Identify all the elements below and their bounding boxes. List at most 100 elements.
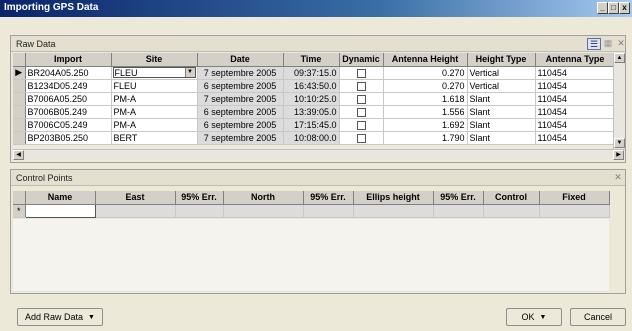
title-bar[interactable]: Importing GPS Data _ □ x	[0, 0, 632, 17]
add-raw-data-button[interactable]: Add Raw Data ▼	[17, 308, 103, 326]
control-points-panel: Control Points ✕ Name East 95% Err. Nort…	[10, 169, 626, 294]
cell-dynamic[interactable]	[339, 131, 384, 145]
cell-antenna-height[interactable]: 1.692	[383, 118, 468, 132]
table-row[interactable]: ▶ BR204A05.250 FLEU ▼ 7 septembre 2005 09…	[13, 66, 616, 80]
col-name[interactable]: Name	[25, 191, 96, 205]
dynamic-checkbox[interactable]	[356, 133, 366, 143]
col-control[interactable]: Control	[483, 191, 540, 205]
cell-antenna-height[interactable]: 1.556	[383, 105, 468, 119]
control-points-header	[11, 170, 625, 186]
cancel-button[interactable]: Cancel	[570, 308, 626, 326]
maximize-button[interactable]: □	[608, 2, 619, 14]
cell-import[interactable]: B1234D05.249	[25, 79, 112, 93]
cell-height-type[interactable]: Vertical	[467, 66, 536, 80]
cell-time: 17:15:45.0	[283, 118, 340, 132]
close-button[interactable]: x	[619, 2, 630, 14]
table-row[interactable]: B1234D05.249 FLEU 6 septembre 2005 16:43…	[13, 79, 616, 93]
cell-dynamic[interactable]	[339, 105, 384, 119]
scroll-up-icon[interactable]: ▲	[614, 53, 625, 63]
scroll-down-icon[interactable]: ▼	[614, 138, 625, 148]
cell-site[interactable]: PM-A	[111, 92, 198, 106]
cell-height-type[interactable]: Slant	[467, 118, 536, 132]
col-date[interactable]: Date	[197, 53, 284, 67]
col-dynamic[interactable]: Dynamic	[339, 53, 384, 67]
cell-antenna-type[interactable]: 110454	[535, 92, 616, 106]
cell-dynamic[interactable]	[339, 79, 384, 93]
cell-antenna-height[interactable]: 1.618	[383, 92, 468, 106]
close-panel-icon[interactable]: ✕	[611, 172, 625, 184]
importing-gps-data-window: Importing GPS Data _ □ x Raw Data ☰ ▦ ✕ …	[0, 0, 632, 331]
cell-antenna-type[interactable]: 110454	[535, 105, 616, 119]
grid-options-icon[interactable]: ▦	[601, 38, 615, 50]
chevron-down-icon[interactable]: ▼	[184, 68, 195, 77]
raw-data-horizontal-scrollbar[interactable]: ◀ ▶	[13, 149, 625, 160]
new-row[interactable]: *	[13, 203, 610, 218]
cell-east-err	[175, 204, 224, 218]
table-row[interactable]: BP203B05.250 BERT 7 septembre 2005 10:08…	[13, 131, 616, 145]
scroll-right-icon[interactable]: ▶	[613, 150, 624, 160]
cell-antenna-type[interactable]: 110454	[535, 79, 616, 93]
cell-site[interactable]: FLEU	[111, 79, 198, 93]
dynamic-checkbox[interactable]	[356, 107, 366, 117]
column-chooser-icon[interactable]: ☰	[587, 38, 601, 50]
cell-antenna-height[interactable]: 0.270	[383, 79, 468, 93]
col-antenna-height[interactable]: Antenna Height	[383, 53, 468, 67]
col-height-err[interactable]: 95% Err.	[433, 191, 484, 205]
row-header[interactable]	[13, 105, 26, 119]
dynamic-checkbox[interactable]	[356, 120, 366, 130]
cell-import[interactable]: B7006A05.250	[25, 92, 112, 106]
row-header[interactable]	[13, 92, 26, 106]
table-row[interactable]: B7006C05.249 PM-A 6 septembre 2005 17:15…	[13, 118, 616, 132]
cell-height-type[interactable]: Slant	[467, 105, 536, 119]
col-east[interactable]: East	[95, 191, 176, 205]
cell-height-type[interactable]: Slant	[467, 131, 536, 145]
col-north-err[interactable]: 95% Err.	[303, 191, 354, 205]
dynamic-checkbox[interactable]	[356, 68, 366, 78]
raw-data-panel: Raw Data ☰ ▦ ✕ Import Site Date Time Dyn…	[10, 35, 626, 163]
col-east-err[interactable]: 95% Err.	[175, 191, 224, 205]
cell-height-type[interactable]: Vertical	[467, 79, 536, 93]
close-panel-icon[interactable]: ✕	[614, 38, 628, 50]
row-header[interactable]	[13, 131, 26, 145]
ok-button[interactable]: OK ▼	[506, 308, 562, 326]
cell-antenna-height[interactable]: 0.270	[383, 66, 468, 80]
dynamic-checkbox[interactable]	[356, 81, 366, 91]
cell-site[interactable]: PM-A	[111, 118, 198, 132]
ok-label: OK	[521, 312, 535, 322]
col-antenna-type[interactable]: Antenna Type	[535, 53, 616, 67]
col-height-type[interactable]: Height Type	[467, 53, 536, 67]
col-import[interactable]: Import	[25, 53, 112, 67]
col-time[interactable]: Time	[283, 53, 340, 67]
cell-time: 10:08:00.0	[283, 131, 340, 145]
cell-antenna-type[interactable]: 110454	[535, 66, 616, 80]
cell-date: 7 septembre 2005	[197, 131, 284, 145]
control-points-empty-area	[13, 219, 609, 291]
cell-import[interactable]: B7006C05.249	[25, 118, 112, 132]
cell-site[interactable]: BERT	[111, 131, 198, 145]
raw-data-vertical-scrollbar[interactable]: ▲ ▼	[613, 53, 625, 149]
cell-name-input[interactable]	[24, 203, 96, 218]
scroll-left-icon[interactable]: ◀	[13, 150, 24, 160]
cell-dynamic[interactable]	[339, 66, 384, 80]
cell-import[interactable]: BR204A05.250	[25, 66, 112, 80]
cell-dynamic[interactable]	[339, 92, 384, 106]
cell-height-type[interactable]: Slant	[467, 92, 536, 106]
row-header[interactable]	[13, 118, 26, 132]
minimize-button[interactable]: _	[597, 2, 608, 14]
col-north[interactable]: North	[223, 191, 304, 205]
col-site[interactable]: Site	[111, 53, 198, 67]
row-header[interactable]	[13, 79, 26, 93]
cell-antenna-height[interactable]: 1.790	[383, 131, 468, 145]
cell-site-dropdown[interactable]: FLEU ▼	[111, 66, 198, 80]
col-ellips-height[interactable]: Ellips height	[353, 191, 434, 205]
cell-import[interactable]: BP203B05.250	[25, 131, 112, 145]
cell-antenna-type[interactable]: 110454	[535, 118, 616, 132]
table-row[interactable]: B7006A05.250 PM-A 7 septembre 2005 10:10…	[13, 92, 616, 106]
cell-antenna-type[interactable]: 110454	[535, 131, 616, 145]
cell-site[interactable]: PM-A	[111, 105, 198, 119]
table-row[interactable]: B7006B05.249 PM-A 6 septembre 2005 13:39…	[13, 105, 616, 119]
col-fixed[interactable]: Fixed	[539, 191, 610, 205]
dynamic-checkbox[interactable]	[356, 94, 366, 104]
cell-dynamic[interactable]	[339, 118, 384, 132]
cell-import[interactable]: B7006B05.249	[25, 105, 112, 119]
